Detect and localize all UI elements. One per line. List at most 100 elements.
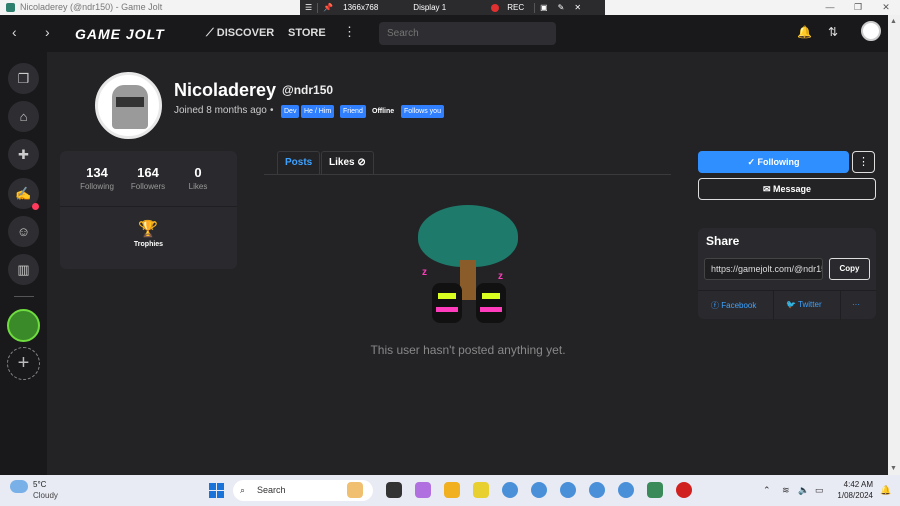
profile-name: Nicoladerey <box>174 80 277 100</box>
remote-display-bar: ☰ 📌 1366x768 Display 1 REC ▣ ✎ ✕ <box>300 0 605 15</box>
friends-icon[interactable]: ⇅ <box>828 25 838 39</box>
windows-start-icon[interactable] <box>209 483 224 498</box>
display-label: Display 1 <box>413 3 447 12</box>
restore-button[interactable]: ❐ <box>844 0 872 15</box>
trophies-label[interactable]: Trophies <box>60 241 237 248</box>
forward-arrow-icon[interactable]: › <box>45 24 50 40</box>
user-avatar[interactable] <box>861 21 881 41</box>
stat-following[interactable]: 134 Following <box>72 165 122 191</box>
tag-dev[interactable]: Dev <box>281 105 300 118</box>
chrome-profile-icon[interactable] <box>560 482 576 498</box>
store-icon[interactable]: ⌂ <box>8 101 39 132</box>
inventory-icon[interactable]: ✚ <box>8 139 39 170</box>
sleep-z-icon: z <box>422 267 427 278</box>
divider <box>317 2 319 13</box>
scroll-down-icon[interactable]: ▼ <box>890 465 897 472</box>
weather-temperature[interactable]: 5°C <box>33 480 46 489</box>
rec-indicator[interactable]: REC <box>486 3 529 12</box>
tag-follows-you: Follows you <box>401 105 444 118</box>
taskbar-clock[interactable]: 4:42 AM 1/08/2024 <box>835 479 873 501</box>
following-button[interactable]: ✓ Following <box>698 151 849 173</box>
trophy-icon[interactable]: 🏆 <box>138 219 158 239</box>
back-arrow-icon[interactable]: ‹ <box>12 24 17 40</box>
recorder-icon[interactable] <box>676 482 692 498</box>
message-icon: ✉ <box>762 184 771 194</box>
sleeping-creature-right <box>476 283 506 323</box>
profile-tabs: Posts Likes ⊘ <box>264 151 671 175</box>
more-options-button[interactable]: ⋮ <box>852 151 875 173</box>
notification-bell-icon[interactable]: 🔔 <box>880 485 891 496</box>
tag-friend: Friend <box>340 105 366 118</box>
scroll-up-icon[interactable]: ▲ <box>890 18 897 25</box>
chrome-profile-icon[interactable] <box>618 482 634 498</box>
record-dot-icon <box>491 3 500 12</box>
bell-icon[interactable]: 🔔 <box>797 25 812 39</box>
more-menu-icon[interactable]: ⋮ <box>343 24 356 40</box>
avatar-face <box>112 85 148 129</box>
pen-icon[interactable]: ✎ <box>558 3 565 12</box>
window-title: Nicoladerey (@ndr150) - Game Jolt <box>20 2 163 12</box>
vertical-scrollbar[interactable]: ▲ ▼ <box>888 15 900 475</box>
weather-condition[interactable]: Cloudy <box>33 491 58 500</box>
tab-likes[interactable]: Likes ⊘ <box>321 151 374 175</box>
chrome-icon[interactable] <box>502 482 518 498</box>
task-view-icon[interactable] <box>386 482 402 498</box>
pin-icon[interactable]: 📌 <box>323 3 333 12</box>
sticky-notes-icon[interactable] <box>473 482 489 498</box>
share-card: Share https://gamejolt.com/@ndr150 Copy … <box>698 228 876 320</box>
close-button[interactable]: ✕ <box>872 0 900 15</box>
share-url-field[interactable]: https://gamejolt.com/@ndr150 <box>704 258 823 280</box>
stat-likes[interactable]: 0 Likes <box>173 165 223 191</box>
joined-date: Joined 8 months ago <box>174 105 267 116</box>
message-button[interactable]: ✉ Message <box>698 178 876 200</box>
activity-icon[interactable]: ❐ <box>8 63 39 94</box>
wifi-icon[interactable]: ≋ <box>782 485 790 496</box>
tree-trunk <box>460 260 476 300</box>
community-avatar[interactable] <box>7 309 40 342</box>
tag-offline: Offline <box>372 108 395 115</box>
store-link[interactable]: STORE <box>288 27 326 39</box>
stat-followers[interactable]: 164 Followers <box>123 165 173 191</box>
copy-button[interactable]: Copy <box>829 258 870 280</box>
divider <box>840 291 841 320</box>
battery-icon[interactable]: ▭ <box>815 485 824 496</box>
resolution-label: 1366x768 <box>343 3 379 12</box>
rail-divider <box>14 296 34 297</box>
chrome-profile-icon[interactable] <box>531 482 547 498</box>
gamejolt-logo[interactable]: GAME JOLT <box>75 26 165 42</box>
tab-posts[interactable]: Posts <box>277 151 321 175</box>
add-community-icon[interactable]: + <box>7 347 40 380</box>
twitter-share-link[interactable]: 🐦 Twitter <box>786 300 822 309</box>
file-explorer-icon[interactable] <box>444 482 460 498</box>
library-icon[interactable]: ▥ <box>8 254 39 285</box>
chevron-up-icon[interactable]: ⌃ <box>763 485 771 496</box>
top-navigation: ‹ › GAME JOLT ⟋ DISCOVER STORE ⋮ 🔔 ⇅ <box>0 15 888 52</box>
search-input[interactable] <box>379 22 556 45</box>
app-icon <box>6 3 15 12</box>
left-rail: ❐ ⌂ ✚ ✍ ☺ ▥ + <box>0 52 47 475</box>
divider <box>534 2 536 13</box>
copilot-icon[interactable] <box>415 482 431 498</box>
clock-date: 1/08/2024 <box>837 491 873 500</box>
sleep-z-icon: z <box>498 271 503 282</box>
stats-card: 134 Following 164 Followers 0 Likes 🏆 Tr… <box>60 151 237 269</box>
tag-pronouns: He / Him <box>301 105 335 118</box>
more-share-button[interactable]: ··· <box>852 300 860 309</box>
weather-cloud-icon[interactable] <box>10 480 28 493</box>
facebook-share-link[interactable]: ⓕ Facebook <box>711 300 756 311</box>
discover-link[interactable]: ⟋ DISCOVER <box>206 27 274 40</box>
display-icon[interactable]: ▣ <box>540 3 548 12</box>
chrome-profile-icon[interactable] <box>589 482 605 498</box>
close-icon[interactable]: ✕ <box>574 3 581 12</box>
volume-icon[interactable]: 🔈 <box>798 485 809 496</box>
profile-avatar[interactable] <box>95 72 162 139</box>
chat-icon[interactable]: ☺ <box>8 216 39 247</box>
minimize-button[interactable]: — <box>816 0 844 15</box>
gamejolt-taskbar-icon[interactable] <box>647 482 663 498</box>
profile-handle: @ndr150 <box>282 83 334 97</box>
menu-icon[interactable]: ☰ <box>305 3 312 12</box>
avatar-visor <box>116 97 144 107</box>
window-controls: — ❐ ✕ <box>816 0 900 15</box>
search-icon: ⌕ <box>240 485 246 495</box>
taskbar-search-highlight-icon <box>347 482 363 498</box>
